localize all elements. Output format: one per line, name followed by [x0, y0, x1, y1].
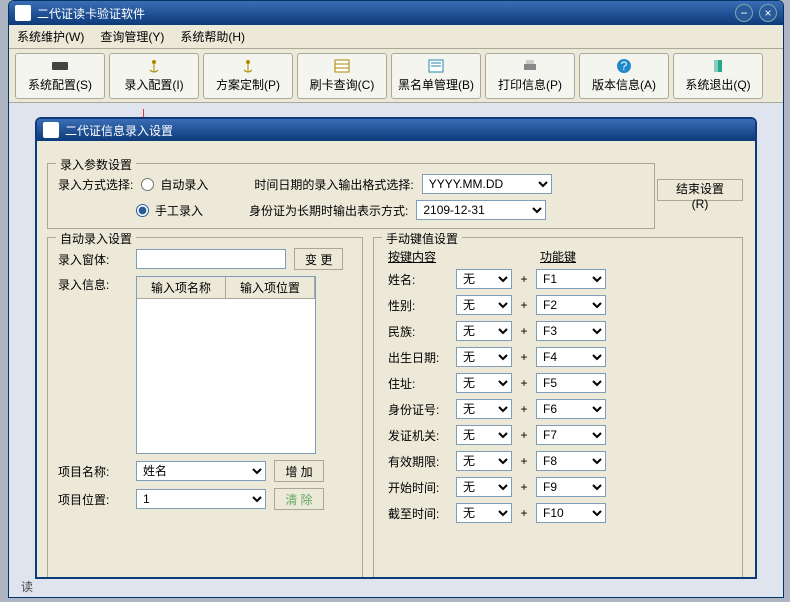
key-grid: 姓名:无+F1 性别:无+F2 民族:无+F3 出生日期:无+F4 住址:无+F… [384, 269, 732, 523]
radio-auto[interactable]: 自动录入 [141, 176, 208, 193]
info-table[interactable]: 输入项名称 输入项位置 [136, 276, 316, 454]
key-name-fk[interactable]: F1 [536, 269, 606, 289]
toolbar-sysconfig[interactable]: 系统配置(S) [15, 53, 105, 99]
svg-text:?: ? [621, 59, 628, 73]
minimize-button[interactable]: − [735, 4, 753, 22]
key-gender-fk[interactable]: F2 [536, 295, 606, 315]
end-settings-button[interactable]: 结束设置(R) [657, 179, 743, 201]
key-issuer-label: 发证机关: [384, 427, 450, 444]
method-label: 录入方式选择: [58, 176, 133, 193]
statusbar: 读 [21, 578, 33, 595]
content-area: ↓ 二代证信息录入设置 结束设置(R) 录入参数设置 录入方式选择: 自动录入 … [9, 103, 783, 597]
key-start-label: 开始时间: [384, 479, 450, 496]
key-addr-fk[interactable]: F5 [536, 373, 606, 393]
add-button[interactable]: 增 加 [274, 460, 324, 482]
col-pos: 输入项位置 [226, 277, 315, 298]
app-title: 二代证读卡验证软件 [37, 5, 735, 22]
app-icon [15, 5, 31, 21]
door-icon [708, 58, 728, 74]
anchor-icon [238, 58, 258, 74]
key-name-label: 姓名: [384, 271, 450, 288]
menu-maintain[interactable]: 系统维护(W) [17, 28, 84, 45]
menubar: 系统维护(W) 查询管理(Y) 系统帮助(H) [9, 25, 783, 49]
dialog-icon [43, 122, 59, 138]
keycontent-header: 按键内容 [384, 248, 450, 265]
key-start-fk[interactable]: F9 [536, 477, 606, 497]
key-nation-label: 民族: [384, 323, 450, 340]
group-legend: 录入参数设置 [56, 156, 136, 173]
key-gender-label: 性别: [384, 297, 450, 314]
toolbar-version[interactable]: ?版本信息(A) [579, 53, 669, 99]
proj-pos-label: 项目位置: [58, 491, 128, 508]
key-valid-sel[interactable]: 无 [456, 451, 512, 471]
toolbar-inputcfg[interactable]: 录入配置(I) [109, 53, 199, 99]
menu-query[interactable]: 查询管理(Y) [100, 28, 164, 45]
key-addr-label: 住址: [384, 375, 450, 392]
proj-pos-select[interactable]: 1 [136, 489, 266, 509]
proj-name-label: 项目名称: [58, 463, 128, 480]
key-start-sel[interactable]: 无 [456, 477, 512, 497]
longterm-select[interactable]: 2109-12-31 [416, 200, 546, 220]
info-label: 录入信息: [58, 276, 128, 293]
key-idno-sel[interactable]: 无 [456, 399, 512, 419]
proj-name-select[interactable]: 姓名 [136, 461, 266, 481]
group-legend: 自动录入设置 [56, 230, 136, 247]
close-button[interactable]: × [759, 4, 777, 22]
col-name: 输入项名称 [137, 277, 226, 298]
anchor-icon [144, 58, 164, 74]
window-input[interactable] [136, 249, 286, 269]
key-issuer-sel[interactable]: 无 [456, 425, 512, 445]
toolbar-print[interactable]: 打印信息(P) [485, 53, 575, 99]
toolbar-swipe[interactable]: 刷卡查询(C) [297, 53, 387, 99]
toolbar: 系统配置(S) 录入配置(I) 方案定制(P) 刷卡查询(C) 黑名单管理(B)… [9, 49, 783, 103]
manual-key-group: 手动键值设置 按键内容 功能键 姓名:无+F1 性别:无+F2 民族:无+F3 … [373, 237, 743, 579]
key-end-sel[interactable]: 无 [456, 503, 512, 523]
key-birth-label: 出生日期: [384, 349, 450, 366]
clear-button[interactable]: 清 除 [274, 488, 324, 510]
window-label: 录入窗体: [58, 251, 128, 268]
dialog-title: 二代证信息录入设置 [65, 122, 173, 139]
printer-icon [520, 58, 540, 74]
radio-manual[interactable]: 手工录入 [136, 202, 203, 219]
main-window: 二代证读卡验证软件 − × 系统维护(W) 查询管理(Y) 系统帮助(H) 系统… [8, 0, 784, 598]
key-idno-fk[interactable]: F6 [536, 399, 606, 419]
date-format-select[interactable]: YYYY.MM.DD [422, 174, 552, 194]
key-valid-label: 有效期限: [384, 453, 450, 470]
longterm-label: 身份证为长期时输出表示方式: [249, 202, 408, 219]
funckey-header: 功能键 [536, 248, 606, 265]
main-titlebar: 二代证读卡验证软件 − × [9, 1, 783, 25]
key-end-label: 截至时间: [384, 505, 450, 522]
key-birth-fk[interactable]: F4 [536, 347, 606, 367]
menu-help[interactable]: 系统帮助(H) [180, 28, 245, 45]
toolbar-plan[interactable]: 方案定制(P) [203, 53, 293, 99]
key-name-sel[interactable]: 无 [456, 269, 512, 289]
group-legend: 手动键值设置 [382, 230, 462, 247]
toolbar-blacklist[interactable]: 黑名单管理(B) [391, 53, 481, 99]
dialog-titlebar: 二代证信息录入设置 [37, 119, 755, 141]
key-valid-fk[interactable]: F8 [536, 451, 606, 471]
key-nation-fk[interactable]: F3 [536, 321, 606, 341]
list-icon [426, 58, 446, 74]
date-format-label: 时间日期的录入输出格式选择: [254, 176, 413, 193]
key-idno-label: 身份证号: [384, 401, 450, 418]
key-addr-sel[interactable]: 无 [456, 373, 512, 393]
change-button[interactable]: 变 更 [294, 248, 343, 270]
help-icon: ? [614, 58, 634, 74]
key-birth-sel[interactable]: 无 [456, 347, 512, 367]
key-issuer-fk[interactable]: F7 [536, 425, 606, 445]
input-params-group: 录入参数设置 录入方式选择: 自动录入 时间日期的录入输出格式选择: YYYY.… [47, 163, 655, 229]
key-gender-sel[interactable]: 无 [456, 295, 512, 315]
key-end-fk[interactable]: F10 [536, 503, 606, 523]
input-settings-dialog: 二代证信息录入设置 结束设置(R) 录入参数设置 录入方式选择: 自动录入 时间… [35, 117, 757, 579]
key-nation-sel[interactable]: 无 [456, 321, 512, 341]
grid-icon [332, 58, 352, 74]
auto-input-group: 自动录入设置 录入窗体: 变 更 录入信息: 输入项名称 输入项位置 [47, 237, 363, 579]
toolbar-exit[interactable]: 系统退出(Q) [673, 53, 763, 99]
keyboard-icon [50, 58, 70, 74]
